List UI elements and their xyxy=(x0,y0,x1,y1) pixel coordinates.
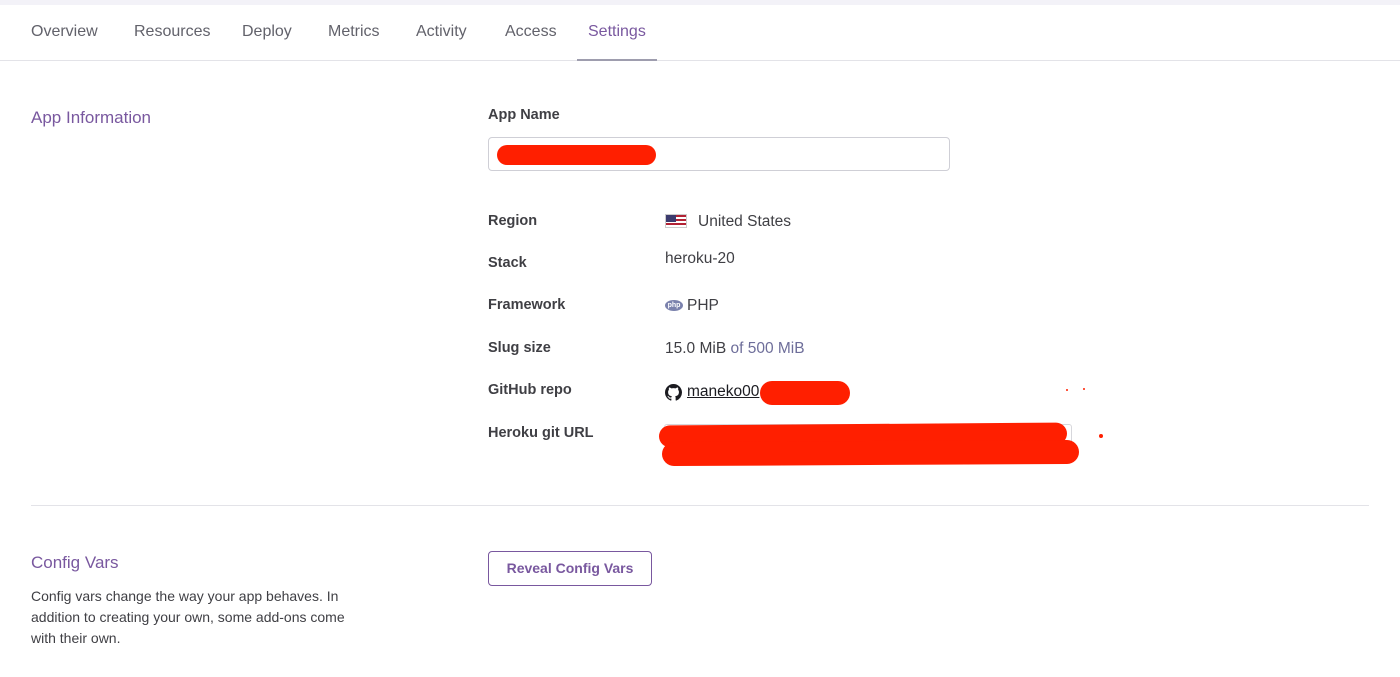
tab-deploy[interactable]: Deploy xyxy=(242,5,292,60)
us-flag-icon xyxy=(665,214,687,228)
app-information-title: App Information xyxy=(31,108,152,127)
redaction-speck xyxy=(1099,434,1103,438)
slug-size-value: 15.0 MiB of 500 MiB xyxy=(665,340,805,358)
heroku-git-url-label: Heroku git URL xyxy=(488,425,594,441)
region-label: Region xyxy=(488,213,538,229)
stack-label: Stack xyxy=(488,255,527,271)
config-vars-title: Config Vars xyxy=(31,553,119,572)
github-repo-link[interactable]: maneko00 xyxy=(687,383,759,401)
stack-value: heroku-20 xyxy=(665,250,735,267)
slug-size-limit: of 500 MiB xyxy=(730,340,805,357)
section-divider xyxy=(31,505,1369,506)
php-icon: php xyxy=(665,300,683,311)
tab-metrics[interactable]: Metrics xyxy=(328,5,380,60)
github-icon xyxy=(665,384,682,401)
config-vars-description: Config vars change the way your app beha… xyxy=(31,588,345,646)
reveal-config-vars-button[interactable]: Reveal Config Vars xyxy=(488,551,652,586)
tab-access[interactable]: Access xyxy=(505,5,557,60)
region-value: United States xyxy=(698,213,792,230)
tab-settings[interactable]: Settings xyxy=(588,5,646,60)
redaction-mark-app-name xyxy=(497,145,656,165)
slug-size-used: 15.0 MiB xyxy=(665,340,727,357)
redaction-speck xyxy=(1066,389,1068,391)
redaction-mark-github xyxy=(760,381,850,405)
tab-overview[interactable]: Overview xyxy=(31,5,98,60)
github-repo-label: GitHub repo xyxy=(488,382,572,398)
tab-activity[interactable]: Activity xyxy=(416,5,467,60)
redaction-speck xyxy=(1083,388,1085,390)
slug-size-label: Slug size xyxy=(488,340,551,356)
app-tabs: Overview Resources Deploy Metrics Activi… xyxy=(0,5,1400,61)
redaction-mark-git-url-2 xyxy=(661,439,1080,467)
app-name-label: App Name xyxy=(488,107,560,123)
tab-resources[interactable]: Resources xyxy=(134,5,210,60)
framework-label: Framework xyxy=(488,297,566,313)
active-tab-indicator xyxy=(577,59,657,61)
framework-value: PHP xyxy=(687,297,719,314)
